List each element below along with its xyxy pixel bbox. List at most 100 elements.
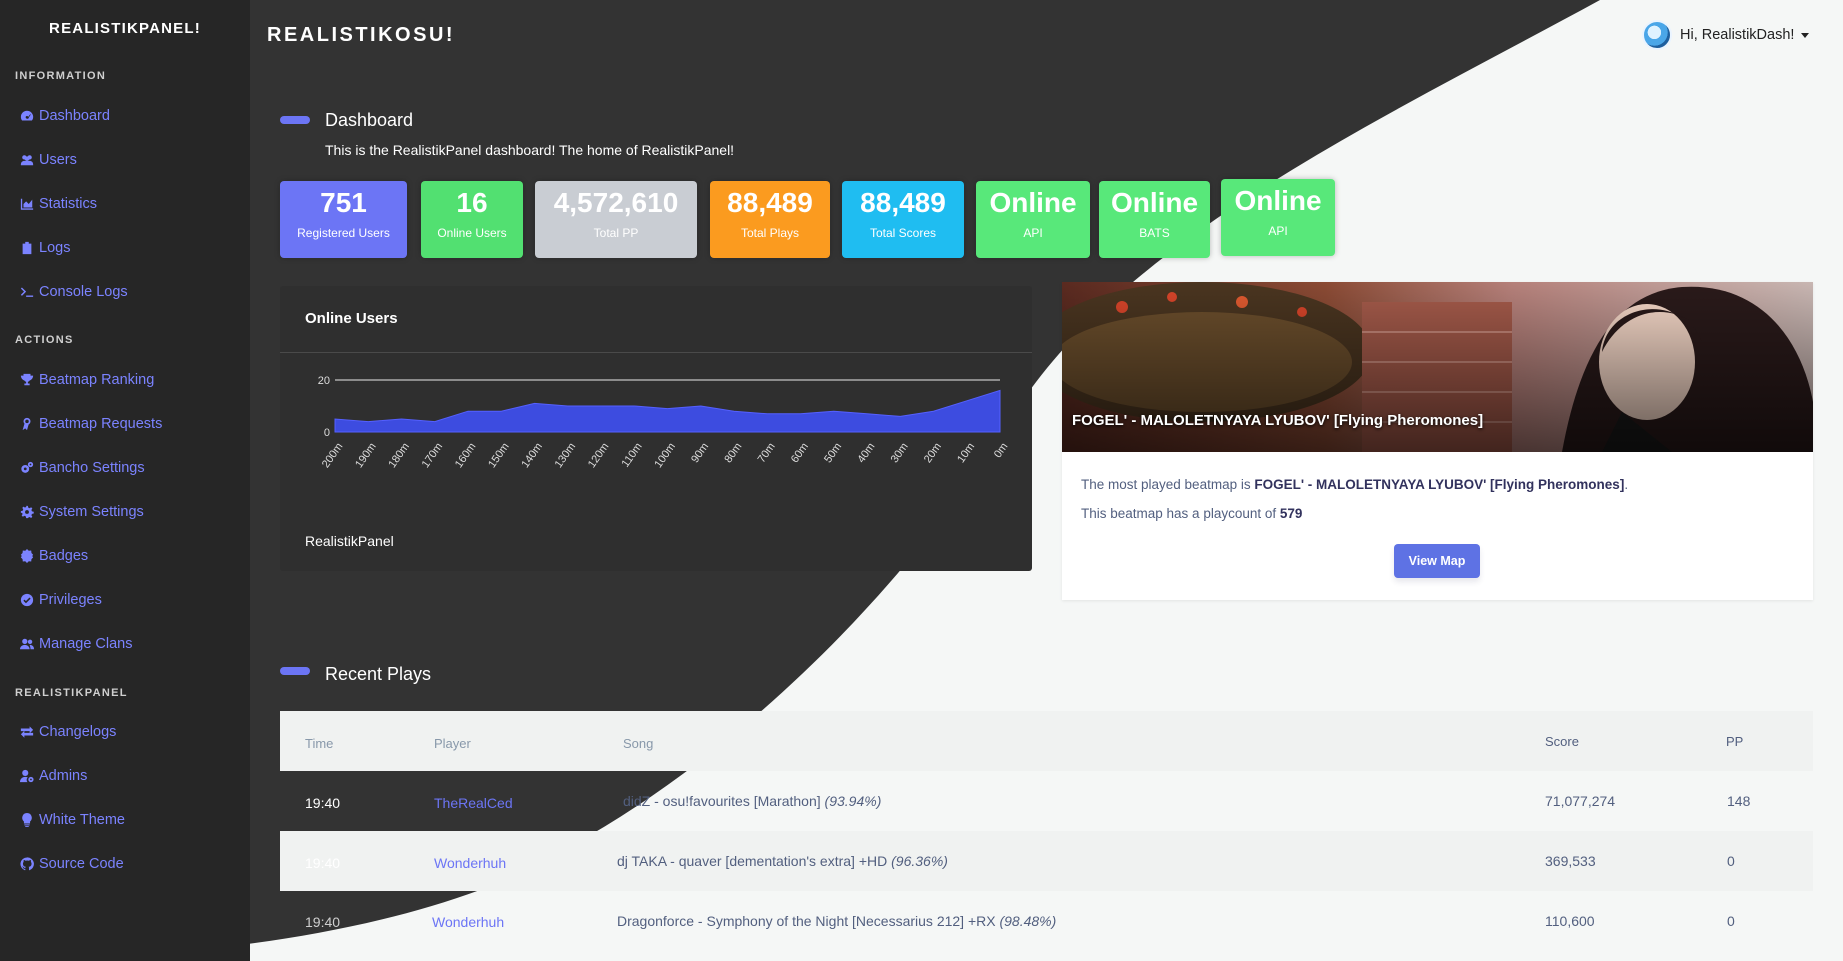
sidebar-item-beatmap-ranking[interactable]: Beatmap Ranking bbox=[19, 370, 154, 390]
x-tick-label: 140m bbox=[519, 441, 545, 470]
beatmap-name: FOGEL' - MALOLETNYAYA LYUBOV' [Flying Ph… bbox=[1254, 477, 1625, 492]
sidebar-item-bancho-settings[interactable]: Bancho Settings bbox=[19, 458, 145, 478]
play-score: 71,077,274 bbox=[1545, 793, 1616, 809]
x-tick-label: 100m bbox=[652, 441, 678, 470]
users-icon bbox=[19, 152, 35, 168]
x-tick-label: 120m bbox=[586, 441, 612, 470]
stat-label: Total Plays bbox=[740, 226, 800, 240]
online-users-chart: 20 0 200m 190m 180m 170m 160m 150m 140m 130m 120m 1… bbox=[318, 375, 1011, 470]
stat-value: Online bbox=[1110, 187, 1199, 218]
sidebar: REALISTIKPANEL! INFORMATION Dashboard Us… bbox=[0, 0, 250, 961]
chart-icon bbox=[19, 196, 35, 212]
play-time: 19:40 bbox=[305, 914, 341, 930]
play-pp: 0 bbox=[1727, 913, 1735, 929]
sidebar-item-label: White Theme bbox=[39, 812, 125, 828]
section-pill-decoration bbox=[280, 667, 310, 675]
stat-value: 751 bbox=[320, 187, 367, 218]
view-map-button[interactable]: View Map bbox=[1394, 544, 1480, 578]
sidebar-item-label: Logs bbox=[39, 240, 71, 256]
stat-card-registered-users[interactable]: 751 Registered Users bbox=[280, 181, 407, 258]
trophy-icon bbox=[19, 372, 35, 388]
x-tick-label: 180m bbox=[386, 441, 412, 470]
caret-down-icon bbox=[1801, 32, 1810, 38]
stat-value: 88,489 bbox=[727, 187, 813, 218]
column-header-score[interactable]: Score bbox=[1545, 734, 1579, 749]
sidebar-item-users[interactable]: Users bbox=[19, 150, 77, 170]
avatar bbox=[1642, 20, 1672, 50]
sidebar-item-dashboard[interactable]: Dashboard bbox=[19, 106, 110, 126]
brand-logo[interactable]: REALISTIKPANEL! bbox=[0, 20, 250, 37]
sidebar-heading-actions: ACTIONS bbox=[15, 334, 74, 346]
column-header-time[interactable]: Time bbox=[305, 736, 333, 751]
beatmap-banner-title: FOGEL' - MALOLETNYAYA LYUBOV' [Flying Ph… bbox=[1072, 412, 1484, 429]
player-link[interactable]: TheRealCed bbox=[434, 795, 513, 811]
user-menu[interactable]: Hi, RealistikDash! bbox=[1642, 20, 1810, 50]
sidebar-item-source-code[interactable]: Source Code bbox=[19, 854, 124, 874]
stat-label: Registered Users bbox=[297, 226, 390, 240]
column-header-player[interactable]: Player bbox=[434, 736, 471, 751]
column-header-song[interactable]: Song bbox=[623, 736, 653, 751]
sidebar-item-system-settings[interactable]: System Settings bbox=[19, 502, 144, 522]
song-title: dj TAKA - quaver [dementation's extra] +… bbox=[617, 853, 948, 869]
sidebar-item-label: System Settings bbox=[39, 504, 144, 520]
text-prefix: This beatmap has a playcount of bbox=[1081, 506, 1280, 521]
stat-card-total-scores[interactable]: 88,489 Total Scores bbox=[842, 181, 964, 258]
play-time: 19:40 bbox=[305, 795, 341, 811]
most-played-description: The most played beatmap is FOGEL' - MALO… bbox=[1081, 477, 1628, 492]
lightbulb-icon bbox=[19, 812, 35, 828]
x-tick-label: 70m bbox=[756, 441, 778, 465]
column-header-pp[interactable]: PP bbox=[1726, 734, 1743, 749]
sidebar-item-label: Changelogs bbox=[39, 724, 117, 740]
stat-card-online-users[interactable]: 16 Online Users bbox=[421, 181, 523, 258]
sidebar-item-console-logs[interactable]: Console Logs bbox=[19, 282, 128, 302]
stat-card-total-pp[interactable]: 4,572,610 Total PP bbox=[535, 181, 697, 258]
page-title: Dashboard bbox=[325, 110, 414, 130]
x-tick-label: 130m bbox=[553, 441, 579, 470]
cog-icon bbox=[19, 504, 35, 520]
sidebar-item-white-theme[interactable]: White Theme bbox=[19, 810, 125, 830]
sidebar-item-label: Source Code bbox=[39, 856, 124, 872]
x-tick-label: 190m bbox=[353, 441, 379, 470]
beatmap-banner[interactable]: FOGEL' - MALOLETNYAYA LYUBOV' [Flying Ph… bbox=[1062, 282, 1813, 452]
stat-card-api-status-2[interactable]: Online API bbox=[1221, 179, 1335, 256]
y-tick-label: 20 bbox=[318, 375, 330, 387]
terminal-icon bbox=[19, 284, 35, 300]
user-friends-icon bbox=[19, 636, 35, 652]
sidebar-item-manage-clans[interactable]: Manage Clans bbox=[19, 634, 133, 654]
sidebar-item-logs[interactable]: Logs bbox=[19, 238, 70, 258]
stat-value: 4,572,610 bbox=[553, 187, 679, 218]
sidebar-item-changelogs[interactable]: Changelogs bbox=[19, 722, 116, 742]
stat-value: 16 bbox=[456, 187, 488, 218]
x-tick-label: 40m bbox=[855, 441, 877, 465]
stat-label: Total PP bbox=[593, 226, 639, 240]
exchange-icon bbox=[19, 724, 35, 740]
user-cog-icon bbox=[19, 768, 35, 784]
app-title[interactable]: REALISTIKOSU! bbox=[267, 24, 455, 47]
stat-card-bats-status[interactable]: Online BATS bbox=[1099, 181, 1210, 258]
stat-card-total-plays[interactable]: 88,489 Total Plays bbox=[710, 181, 830, 258]
ribbon-icon bbox=[19, 416, 35, 432]
song-name: didZ - osu!favourites [Marathon] bbox=[623, 793, 821, 809]
song-title: Dragonforce - Symphony of the Night [Nec… bbox=[617, 913, 1056, 929]
play-time: 19:40 bbox=[305, 855, 341, 871]
song-title: didZ - osu!favourites [Marathon] (93.94%… bbox=[623, 793, 881, 809]
x-tick-label: 60m bbox=[789, 441, 811, 465]
page-subtitle: This is the RealistikPanel dashboard! Th… bbox=[325, 142, 735, 158]
sidebar-item-beatmap-requests[interactable]: Beatmap Requests bbox=[19, 414, 162, 434]
player-link[interactable]: Wonderhuh bbox=[432, 914, 504, 930]
sidebar-item-badges[interactable]: Badges bbox=[19, 546, 88, 566]
table-header bbox=[280, 711, 1813, 771]
dashboard-icon bbox=[19, 108, 35, 124]
sidebar-item-statistics[interactable]: Statistics bbox=[19, 194, 97, 214]
sidebar-item-privileges[interactable]: Privileges bbox=[19, 590, 102, 610]
sidebar-item-admins[interactable]: Admins bbox=[19, 766, 87, 786]
accuracy: (98.48%) bbox=[999, 913, 1057, 929]
sidebar-item-label: Beatmap Ranking bbox=[39, 372, 155, 388]
stat-label: API bbox=[1023, 226, 1043, 240]
stat-card-api-status[interactable]: Online API bbox=[976, 181, 1090, 258]
clipboard-icon bbox=[19, 240, 35, 256]
y-tick-label: 0 bbox=[324, 427, 330, 439]
sidebar-item-label: Dashboard bbox=[39, 108, 110, 124]
stat-label: API bbox=[1268, 224, 1288, 238]
player-link[interactable]: Wonderhuh bbox=[434, 855, 506, 871]
